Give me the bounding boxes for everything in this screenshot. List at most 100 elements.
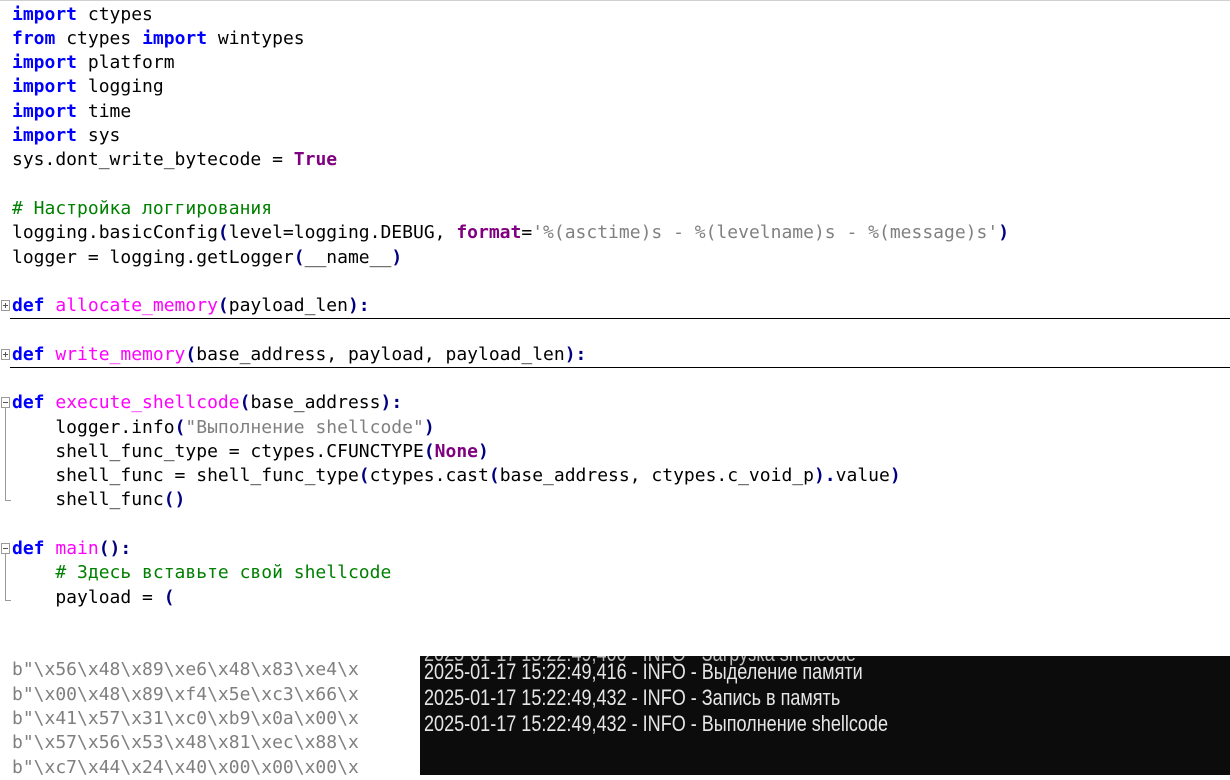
code-token: __name__ [304, 247, 392, 268]
code-token: import [12, 4, 78, 25]
code-token: ctypes.cast [369, 465, 489, 486]
code-token: ( [217, 222, 229, 243]
code-line: import platform [12, 51, 175, 75]
code-line: shell_func() [12, 488, 185, 512]
fold-separator [10, 367, 1230, 368]
code-token: def [12, 344, 45, 365]
code-token: sys [77, 125, 121, 146]
code-token: level=logging.DEBUG, [228, 222, 457, 243]
code-line: def main(): [12, 537, 131, 561]
code-token: ): [564, 344, 587, 365]
code-token: ) [391, 247, 403, 268]
code-token: None [434, 441, 479, 462]
code-line: # Здесь вставьте свой shellcode [12, 561, 391, 585]
code-line: def allocate_memory(payload_len): [12, 294, 370, 318]
code-line: payload = ( [12, 586, 174, 610]
code-token: base_address, payload, payload_len [196, 344, 565, 365]
code-token: ( [488, 465, 500, 486]
code-token: from [12, 28, 56, 49]
code-token: ( [423, 441, 435, 462]
shellcode-bytes-line: b"\x00\x48\x89\xf4\x5e\xc3\x66\x [12, 684, 359, 705]
code-line: import ctypes [12, 3, 153, 27]
code-line: import time [12, 100, 131, 124]
code-token: ctypes [55, 28, 143, 49]
shellcode-bytes-line: b"\x57\x56\x53\x48\x81\xec\x88\x [12, 732, 359, 753]
code-token: ( [174, 417, 186, 438]
fold-expand-icon[interactable] [1, 300, 10, 311]
code-line: logger.info("Выполнение shellcode") [12, 416, 435, 440]
fold-collapse-icon[interactable] [1, 397, 10, 408]
code-token: base_address, ctypes.c_void_p [499, 465, 814, 486]
fold-guide-end [5, 500, 11, 501]
code-token: (): [98, 538, 132, 559]
code-line: # Настройка логгирования [12, 197, 272, 221]
code-token: time [77, 101, 132, 122]
code-token: base_address [250, 392, 381, 413]
code-token: True [293, 149, 338, 170]
code-token: import [142, 28, 208, 49]
code-line: shell_func_type = ctypes.CFUNCTYPE(None) [12, 440, 489, 464]
code-comment: # Здесь вставьте свой shellcode [12, 562, 392, 583]
code-token: ) [998, 222, 1010, 243]
code-function-name: write_memory [44, 344, 186, 365]
code-token: def [12, 392, 45, 413]
code-token: ) [478, 441, 489, 462]
code-function-name: allocate_memory [44, 295, 218, 316]
code-line: import sys [12, 124, 120, 148]
code-token: logging [77, 76, 164, 97]
code-token: sys.dont_write_bytecode = [12, 149, 294, 170]
code-function-name: main [44, 538, 99, 559]
code-token: value [835, 465, 890, 486]
code-token: shell_func [12, 489, 164, 510]
code-line: from ctypes import wintypes [12, 27, 305, 51]
fold-guide [5, 408, 6, 500]
code-token: = [521, 222, 533, 243]
code-line: sys.dont_write_bytecode = True [12, 148, 337, 172]
code-line: shell_func = shell_func_type(ctypes.cast… [12, 464, 901, 488]
shellcode-bytes-line: b"\x41\x57\x31\xc0\xb9\x0a\x00\x [12, 708, 359, 729]
console-line: 2025-01-17 15:22:49,416 - INFO - Выделен… [424, 659, 863, 684]
code-token: payload = [12, 587, 164, 608]
code-token: () [163, 489, 186, 510]
code-line: def write_memory(base_address, payload, … [12, 343, 586, 367]
code-token: ): [347, 295, 370, 316]
code-line: import logging [12, 75, 164, 99]
code-string: "Выполнение shellcode" [185, 417, 424, 438]
code-token: shell_func = shell_func_type [12, 465, 359, 486]
console-window[interactable]: 2025-01-17 15:22:49,400 - INFO - Загрузк… [420, 656, 1230, 775]
code-token: ( [239, 392, 251, 413]
code-token: def [12, 538, 45, 559]
code-line: logger = logging.getLogger(__name__) [12, 246, 402, 270]
code-token: ( [358, 465, 370, 486]
code-token: ) [423, 417, 435, 438]
code-token: ( [185, 344, 197, 365]
code-token: platform [77, 52, 175, 73]
code-string: '%(asctime)s - %(levelname)s - %(message… [532, 222, 999, 243]
code-token: ctypes [77, 4, 153, 25]
code-token: wintypes [207, 28, 305, 49]
code-token: ( [293, 247, 305, 268]
code-token: logging.basicConfig [12, 222, 218, 243]
fold-guide [5, 554, 6, 600]
code-token: import [12, 125, 78, 146]
code-line: logging.basicConfig(level=logging.DEBUG,… [12, 221, 1009, 245]
fold-guide-end [5, 600, 11, 601]
console-line: 2025-01-17 15:22:49,432 - INFO - Выполне… [424, 711, 889, 736]
code-function-name: execute_shellcode [44, 392, 240, 413]
code-token: import [12, 76, 78, 97]
shellcode-bytes-line: b"\xc7\x44\x24\x40\x00\x00\x00\x [12, 757, 359, 778]
fold-separator [10, 318, 1230, 319]
code-token: payload_len [228, 295, 348, 316]
shellcode-bytes-line: b"\x56\x48\x89\xe6\x48\x83\xe4\x [12, 659, 359, 680]
code-token: ( [217, 295, 229, 316]
code-token: import [12, 101, 78, 122]
fold-collapse-icon[interactable] [1, 543, 10, 554]
code-token: shell_func_type = ctypes.CFUNCTYPE [12, 441, 424, 462]
code-token: format [456, 222, 522, 243]
code-token: ): [380, 392, 403, 413]
fold-expand-icon[interactable] [1, 349, 10, 360]
code-token: import [12, 52, 78, 73]
code-token: ) [889, 465, 901, 486]
code-line: def execute_shellcode(base_address): [12, 391, 402, 415]
code-token: logger.info [12, 417, 175, 438]
